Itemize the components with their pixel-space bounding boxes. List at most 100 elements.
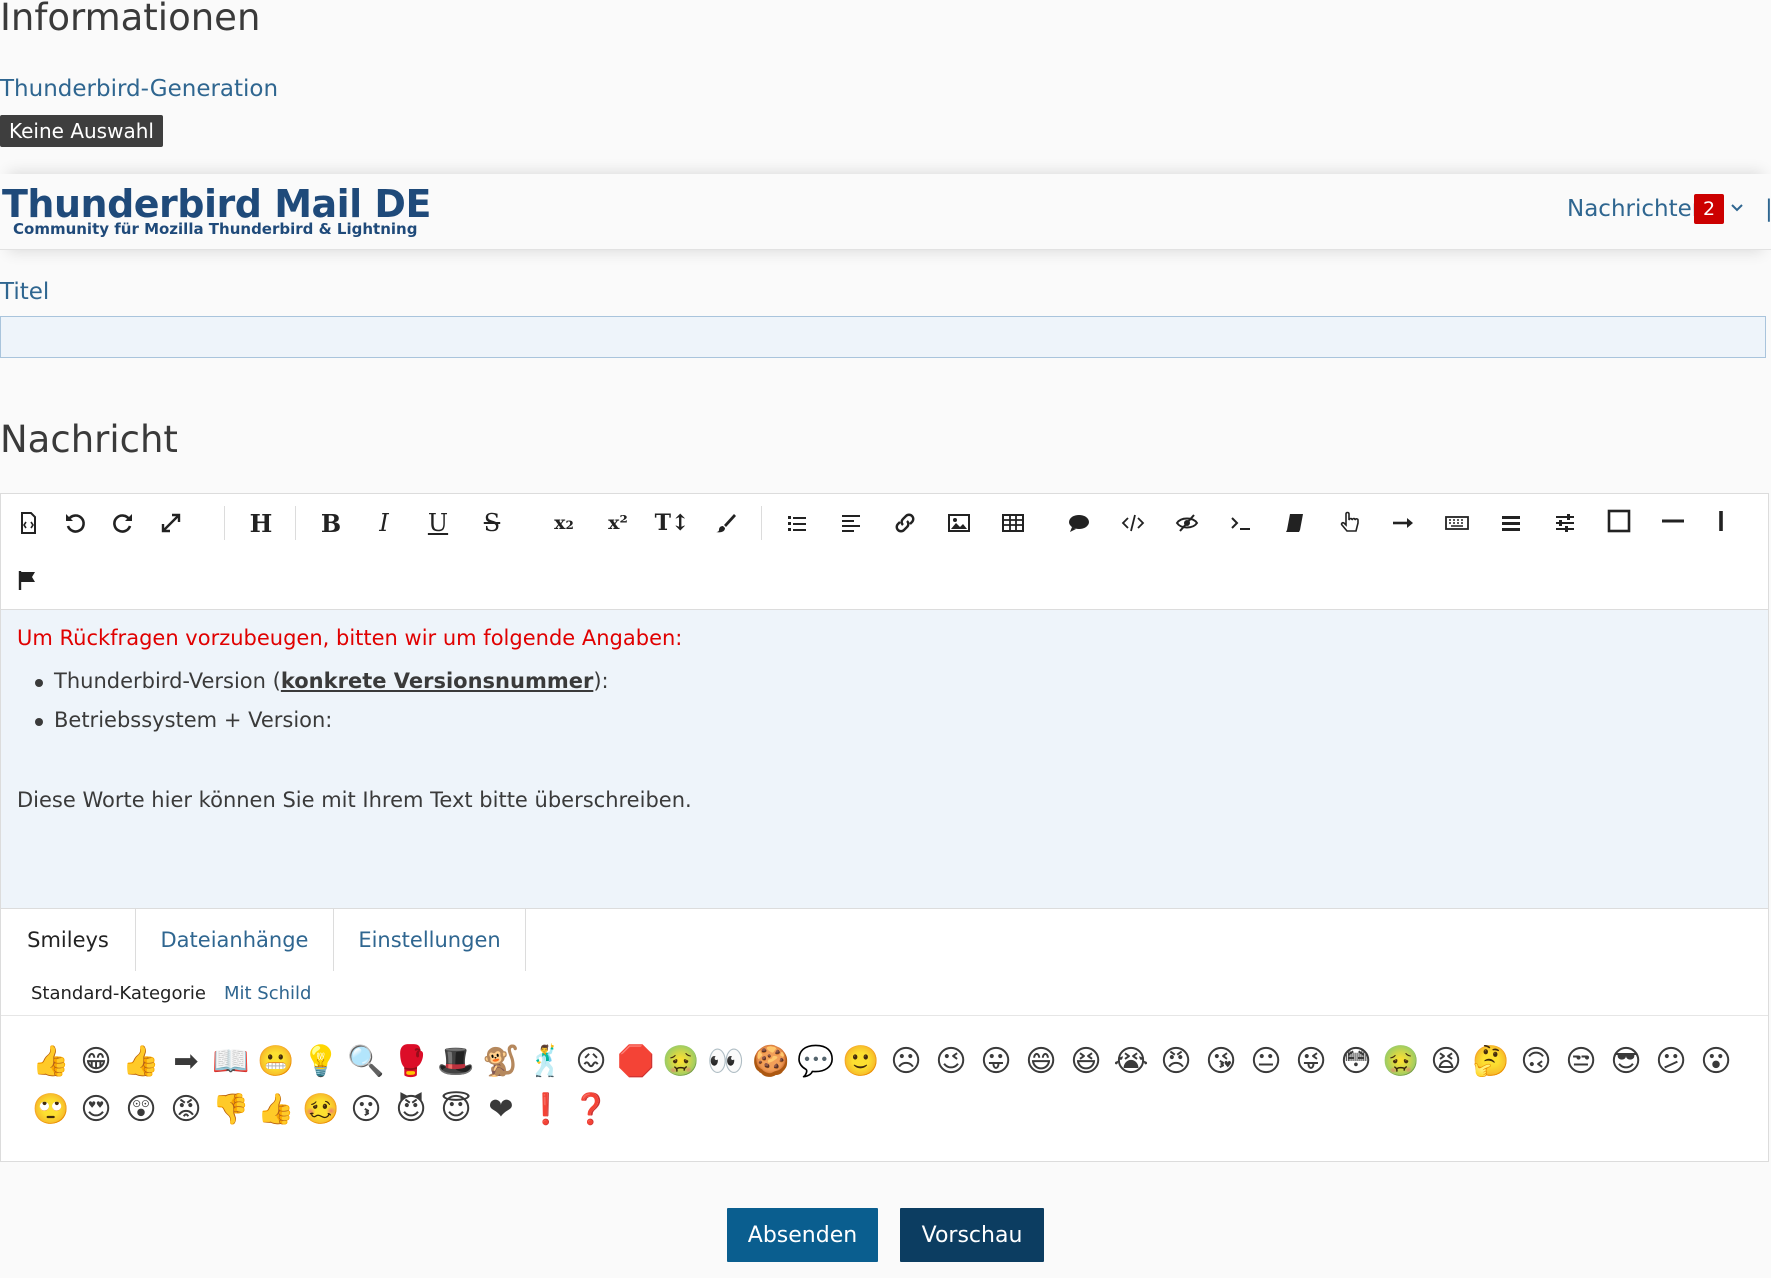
tab-settings[interactable]: Einstellungen <box>334 909 526 971</box>
smiley-item[interactable]: 🎩 <box>436 1044 476 1080</box>
smiley-item[interactable]: 🙂 <box>841 1044 881 1080</box>
nav-next-item-edge[interactable]: | <box>1765 196 1771 222</box>
spoiler-icon[interactable] <box>1168 504 1206 542</box>
smiley-item[interactable]: 😐 <box>1246 1044 1286 1080</box>
generation-value-badge: Keine Auswahl <box>0 115 163 147</box>
smiley-item[interactable]: 📖 <box>211 1044 251 1080</box>
smiley-item[interactable]: 😳 <box>1336 1044 1376 1080</box>
generation-label: Thunderbird-Generation <box>0 76 279 102</box>
smiley-item[interactable]: 🤢 <box>1381 1044 1421 1080</box>
smiley-item[interactable]: ➡ <box>166 1044 206 1080</box>
smiley-item[interactable]: 👍 <box>121 1044 161 1080</box>
category-standard[interactable]: Standard-Kategorie <box>31 983 206 1004</box>
smiley-item[interactable]: ❓ <box>571 1092 611 1128</box>
font-size-icon[interactable]: T↕ <box>653 504 691 542</box>
strikethrough-icon[interactable]: S <box>473 504 511 542</box>
sliders-icon[interactable] <box>1546 504 1584 542</box>
smiley-item[interactable]: 🛑 <box>616 1044 656 1080</box>
nav-messages-link[interactable]: Nachrichten <box>1567 196 1706 222</box>
code-icon[interactable] <box>1114 504 1152 542</box>
smiley-item[interactable]: 😆 <box>1066 1044 1106 1080</box>
keyboard-icon[interactable] <box>1438 504 1476 542</box>
smiley-item[interactable]: 😖 <box>571 1044 611 1080</box>
smiley-item[interactable]: 🙃 <box>1516 1044 1556 1080</box>
smiley-item[interactable]: 🤢 <box>661 1044 701 1080</box>
smiley-item[interactable]: 👍 <box>256 1092 296 1128</box>
smiley-item[interactable]: 🥴 <box>301 1092 341 1128</box>
smiley-item[interactable]: ☹ <box>886 1044 926 1080</box>
smiley-item[interactable]: 😠 <box>1156 1044 1196 1080</box>
source-code-icon[interactable] <box>9 504 47 542</box>
heading-icon[interactable]: H <box>242 504 280 542</box>
menu-icon[interactable] <box>1492 504 1530 542</box>
box-icon[interactable] <box>1600 502 1638 540</box>
smiley-item[interactable]: 💬 <box>796 1044 836 1080</box>
arrow-icon[interactable] <box>1384 504 1422 542</box>
smiley-item[interactable]: 😛 <box>976 1044 1016 1080</box>
smiley-item[interactable]: 💡 <box>301 1044 341 1080</box>
wiki-icon[interactable] <box>1276 504 1314 542</box>
category-shield[interactable]: Mit Schild <box>224 983 311 1004</box>
smiley-item[interactable]: 😇 <box>436 1092 476 1128</box>
flag-icon[interactable] <box>9 561 47 599</box>
chevron-down-icon[interactable] <box>1730 196 1744 220</box>
smiley-item[interactable]: 😜 <box>1291 1044 1331 1080</box>
smiley-item[interactable]: 👀 <box>706 1044 746 1080</box>
superscript-icon[interactable]: x² <box>599 504 637 542</box>
version-link[interactable]: konkrete Versionsnummer <box>281 669 593 693</box>
smiley-item[interactable]: 🐒 <box>481 1044 521 1080</box>
redo-icon[interactable] <box>104 504 142 542</box>
smiley-item[interactable]: 😭 <box>1111 1044 1151 1080</box>
pointer-icon[interactable] <box>1330 504 1368 542</box>
smiley-item[interactable]: 😒 <box>1561 1044 1601 1080</box>
smiley-item[interactable]: 👎 <box>211 1092 251 1128</box>
fullscreen-icon[interactable] <box>152 504 190 542</box>
smiley-item[interactable]: 😮 <box>1696 1044 1736 1080</box>
align-icon[interactable] <box>832 504 870 542</box>
smiley-item[interactable]: 🥊 <box>391 1044 431 1080</box>
smiley-item[interactable]: ❤ <box>481 1092 521 1128</box>
tt-icon[interactable] <box>1222 504 1260 542</box>
info-list: Thunderbird-Version (konkrete Versionsnu… <box>17 662 609 740</box>
smiley-item[interactable]: 👍 <box>31 1044 71 1080</box>
title-input[interactable] <box>0 316 1766 358</box>
list-icon[interactable] <box>778 504 816 542</box>
smiley-item[interactable]: 🙄 <box>31 1092 71 1128</box>
horizontal-line-icon[interactable] <box>1654 502 1692 540</box>
smiley-item[interactable]: 🕺 <box>526 1044 566 1080</box>
smiley-item[interactable]: ❗ <box>526 1092 566 1128</box>
subscript-icon[interactable]: x₂ <box>545 504 583 542</box>
underline-icon[interactable]: U <box>419 504 457 542</box>
smiley-item[interactable]: 😡 <box>166 1092 206 1128</box>
smiley-item[interactable]: 😕 <box>1651 1044 1691 1080</box>
smiley-item[interactable]: 😬 <box>256 1044 296 1080</box>
smiley-item[interactable]: 😲 <box>121 1092 161 1128</box>
logo-subtitle: Community für Mozilla Thunderbird & Ligh… <box>13 220 418 238</box>
editor-content-area[interactable]: Um Rückfragen vorzubeugen, bitten wir um… <box>1 610 1768 908</box>
table-icon[interactable] <box>994 504 1032 542</box>
smiley-item[interactable]: 😉 <box>931 1044 971 1080</box>
smiley-item[interactable]: 😈 <box>391 1092 431 1128</box>
vertical-line-icon[interactable] <box>1702 502 1740 540</box>
send-button[interactable]: Absenden <box>727 1208 878 1262</box>
color-brush-icon[interactable] <box>707 504 745 542</box>
preview-button[interactable]: Vorschau <box>900 1208 1044 1262</box>
link-icon[interactable] <box>886 504 924 542</box>
image-icon[interactable] <box>940 504 978 542</box>
quote-icon[interactable] <box>1060 504 1098 542</box>
smiley-item[interactable]: 😄 <box>1021 1044 1061 1080</box>
smiley-item[interactable]: 😁 <box>76 1044 116 1080</box>
smiley-item[interactable]: 😎 <box>1606 1044 1646 1080</box>
tab-smileys[interactable]: Smileys <box>1 909 136 971</box>
smiley-item[interactable]: 😍 <box>76 1092 116 1128</box>
smiley-item[interactable]: 🍪 <box>751 1044 791 1080</box>
smiley-item[interactable]: 🔍 <box>346 1044 386 1080</box>
undo-icon[interactable] <box>56 504 94 542</box>
tab-attachments[interactable]: Dateianhänge <box>136 909 334 971</box>
smiley-item[interactable]: 😫 <box>1426 1044 1466 1080</box>
bold-icon[interactable]: B <box>312 504 350 542</box>
italic-icon[interactable]: I <box>365 504 403 542</box>
smiley-item[interactable]: 😘 <box>1201 1044 1241 1080</box>
smiley-item[interactable]: 🤔 <box>1471 1044 1511 1080</box>
smiley-item[interactable]: 😗 <box>346 1092 386 1128</box>
